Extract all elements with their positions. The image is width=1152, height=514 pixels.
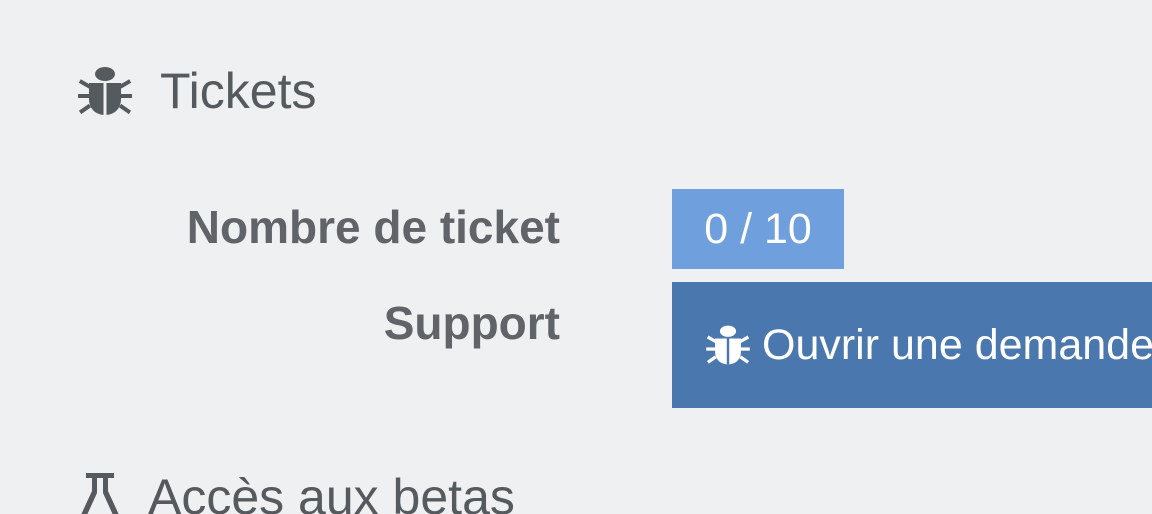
ticket-count-badge: 0 / 10 xyxy=(672,189,844,269)
flask-icon xyxy=(78,471,122,514)
open-request-label: Ouvrir une demande xyxy=(762,320,1152,369)
tickets-section-header: Tickets xyxy=(78,62,317,120)
betas-section-header: Accès aux betas xyxy=(78,468,515,514)
bug-icon xyxy=(704,321,752,369)
open-request-button[interactable]: Ouvrir une demande xyxy=(672,282,1152,408)
tickets-title: Tickets xyxy=(160,63,317,119)
bug-icon xyxy=(78,65,132,117)
support-label: Support xyxy=(383,297,560,349)
ticket-count-label: Nombre de ticket xyxy=(186,201,560,253)
betas-title: Accès aux betas xyxy=(148,469,515,514)
page: Tickets Nombre de ticket 0 / 10 Support … xyxy=(0,0,1152,514)
